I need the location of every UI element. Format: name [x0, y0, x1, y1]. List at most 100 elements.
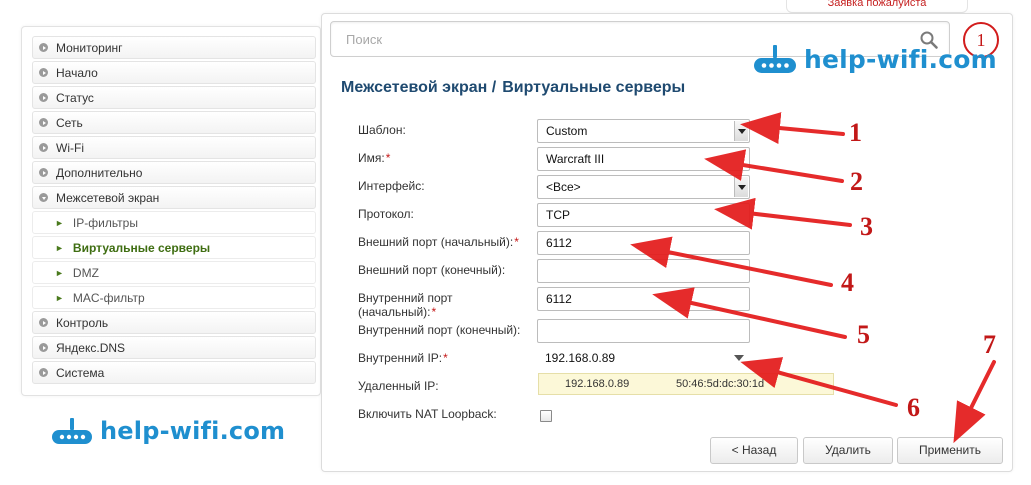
ext-port-start-input[interactable]: 6112 — [537, 231, 750, 255]
required-mark: * — [385, 151, 391, 165]
required-mark: * — [431, 305, 437, 319]
sidebar-item-label: MAC-фильтр — [72, 290, 145, 305]
logo-text: help-wifi.com — [804, 44, 997, 74]
chevron-down-icon[interactable] — [734, 177, 748, 197]
router-icon — [754, 45, 796, 73]
bullet-arrow-icon — [39, 68, 48, 77]
sidebar-item-monitoring[interactable]: Мониторинг — [32, 36, 316, 59]
sidebar-subitem-mac-filter[interactable]: ► MAC-фильтр — [32, 286, 316, 309]
required-mark: * — [443, 351, 448, 365]
sidebar-subitem-dmz[interactable]: ► DMZ — [32, 261, 316, 284]
required-mark: * — [514, 235, 519, 249]
ip-option-mac: 50:46:5d:dc:30:1d — [676, 378, 765, 390]
bullet-arrow-icon — [39, 318, 48, 327]
sidebar-item-start[interactable]: Начало — [32, 61, 316, 84]
nat-loopback-label-text: Включить NAT Loopback: — [358, 407, 497, 421]
interface-value: <Все> — [546, 180, 581, 194]
bullet-arrow-icon — [39, 368, 48, 377]
internal-ip-value: 192.168.0.89 — [545, 351, 616, 365]
ext-port-start-label: Внешний порт (начальный):* — [358, 235, 519, 249]
interface-select[interactable]: <Все> — [537, 175, 750, 199]
interface-label: Интерфейс: — [358, 179, 425, 193]
name-label: Имя:* — [358, 151, 390, 165]
sub-arrow-icon: ► — [55, 292, 64, 303]
annotation-number-5: 5 — [857, 320, 870, 349]
int-port-start-input[interactable]: 6112 — [537, 287, 750, 311]
sidebar-item-firewall[interactable]: Межсетевой экран — [32, 186, 316, 209]
protocol-select[interactable]: TCP — [537, 203, 750, 227]
back-button[interactable]: < Назад — [710, 437, 798, 464]
sidebar-subitem-ip-filters[interactable]: ► IP-фильтры — [32, 211, 316, 234]
sidebar-item-label: Сеть — [56, 115, 83, 130]
page-title: Межсетевой экран / Виртуальные серверы — [341, 79, 691, 97]
sidebar-item-system[interactable]: Система — [32, 361, 316, 384]
internal-ip-label: Внутренний IP:* — [358, 351, 448, 365]
remote-ip-label: Удаленный IP: — [358, 379, 439, 393]
watermark-logo-top: help-wifi.com — [752, 43, 997, 75]
nat-loopback-checkbox[interactable] — [540, 410, 552, 422]
name-input[interactable]: Warcraft III — [537, 147, 750, 171]
ext-port-end-input[interactable] — [537, 259, 750, 283]
protocol-label-text: Протокол: — [358, 207, 414, 221]
ext-port-start-label-text: Внешний порт (начальный): — [358, 235, 514, 249]
internal-ip-label-text: Внутренний IP: — [358, 351, 443, 365]
sidebar-item-label: Wi-Fi — [56, 140, 84, 155]
ext-port-start-value: 6112 — [546, 236, 572, 250]
sidebar-item-label: Дополнительно — [56, 165, 143, 180]
page-title-section: Межсетевой экран / — [341, 79, 497, 96]
sub-arrow-icon: ► — [55, 242, 64, 253]
sub-arrow-icon: ► — [55, 217, 64, 228]
annotation-number-4: 4 — [841, 268, 854, 297]
chevron-down-icon[interactable] — [734, 355, 744, 361]
int-port-end-label-text: Внутренний порт (конечный): — [358, 323, 521, 337]
ip-option-ip: 192.168.0.89 — [565, 378, 630, 390]
sidebar-item-yandex-dns[interactable]: Яндекс.DNS — [32, 336, 316, 359]
template-label: Шаблон: — [358, 123, 406, 137]
bullet-arrow-icon — [39, 343, 48, 352]
sidebar-item-network[interactable]: Сеть — [32, 111, 316, 134]
sidebar-item-label: DMZ — [72, 265, 99, 280]
sidebar-item-label: Система — [56, 365, 105, 380]
sidebar-item-wifi[interactable]: Wi-Fi — [32, 136, 316, 159]
bullet-arrow-icon — [39, 143, 48, 152]
ip-dropdown-option[interactable]: 192.168.0.89 50:46:5d:dc:30:1d — [538, 373, 834, 395]
sidebar-item-label: Межсетевой экран — [56, 190, 160, 205]
delete-button[interactable]: Удалить — [803, 437, 893, 464]
nat-loopback-label: Включить NAT Loopback: — [358, 407, 497, 421]
chevron-down-icon[interactable] — [734, 121, 748, 141]
template-select[interactable]: Custom — [537, 119, 750, 143]
sidebar-item-label: Начало — [56, 65, 98, 80]
int-port-start-label: Внутренний порт (начальный):* — [358, 291, 453, 319]
router-icon — [52, 418, 92, 444]
sidebar-item-advanced[interactable]: Дополнительно — [32, 161, 316, 184]
top-tab[interactable]: Заявка пожалуйста — [786, 0, 968, 13]
annotation-number-7: 7 — [983, 330, 996, 359]
template-value: Custom — [546, 124, 588, 138]
internal-ip-select[interactable]: 192.168.0.89 — [537, 347, 750, 371]
int-port-end-input[interactable] — [537, 319, 750, 343]
sidebar-subitem-virtual-servers[interactable]: ► Виртуальные серверы — [32, 236, 316, 259]
sidebar-item-label: Статус — [56, 90, 94, 105]
annotation-number-1: 1 — [849, 118, 862, 147]
sidebar-item-label: Яндекс.DNS — [56, 340, 126, 355]
bullet-expanded-icon — [39, 193, 48, 202]
sidebar-item-control[interactable]: Контроль — [32, 311, 316, 334]
sidebar-nav: Мониторинг Начало Статус Сеть Wi-Fi Допо… — [32, 36, 316, 386]
page-title-page: Виртуальные серверы — [502, 79, 686, 96]
logo-text: help-wifi.com — [100, 417, 286, 445]
ext-port-end-label: Внешний порт (конечный): — [358, 263, 505, 277]
annotation-number-3: 3 — [860, 212, 873, 241]
sidebar: Мониторинг Начало Статус Сеть Wi-Fi Допо… — [21, 26, 321, 396]
template-label-text: Шаблон: — [358, 123, 406, 137]
ext-port-end-label-text: Внешний порт (конечный): — [358, 263, 506, 277]
interface-label-text: Интерфейс: — [358, 179, 425, 193]
apply-button[interactable]: Применить — [897, 437, 1003, 464]
name-label-text: Имя: — [358, 151, 385, 165]
bullet-arrow-icon — [39, 43, 48, 52]
bullet-arrow-icon — [39, 93, 48, 102]
sidebar-item-label: IP-фильтры — [72, 215, 138, 230]
annotation-number-2: 2 — [850, 167, 863, 196]
int-port-start-value: 6112 — [546, 292, 572, 306]
bullet-arrow-icon — [39, 118, 48, 127]
sidebar-item-status[interactable]: Статус — [32, 86, 316, 109]
